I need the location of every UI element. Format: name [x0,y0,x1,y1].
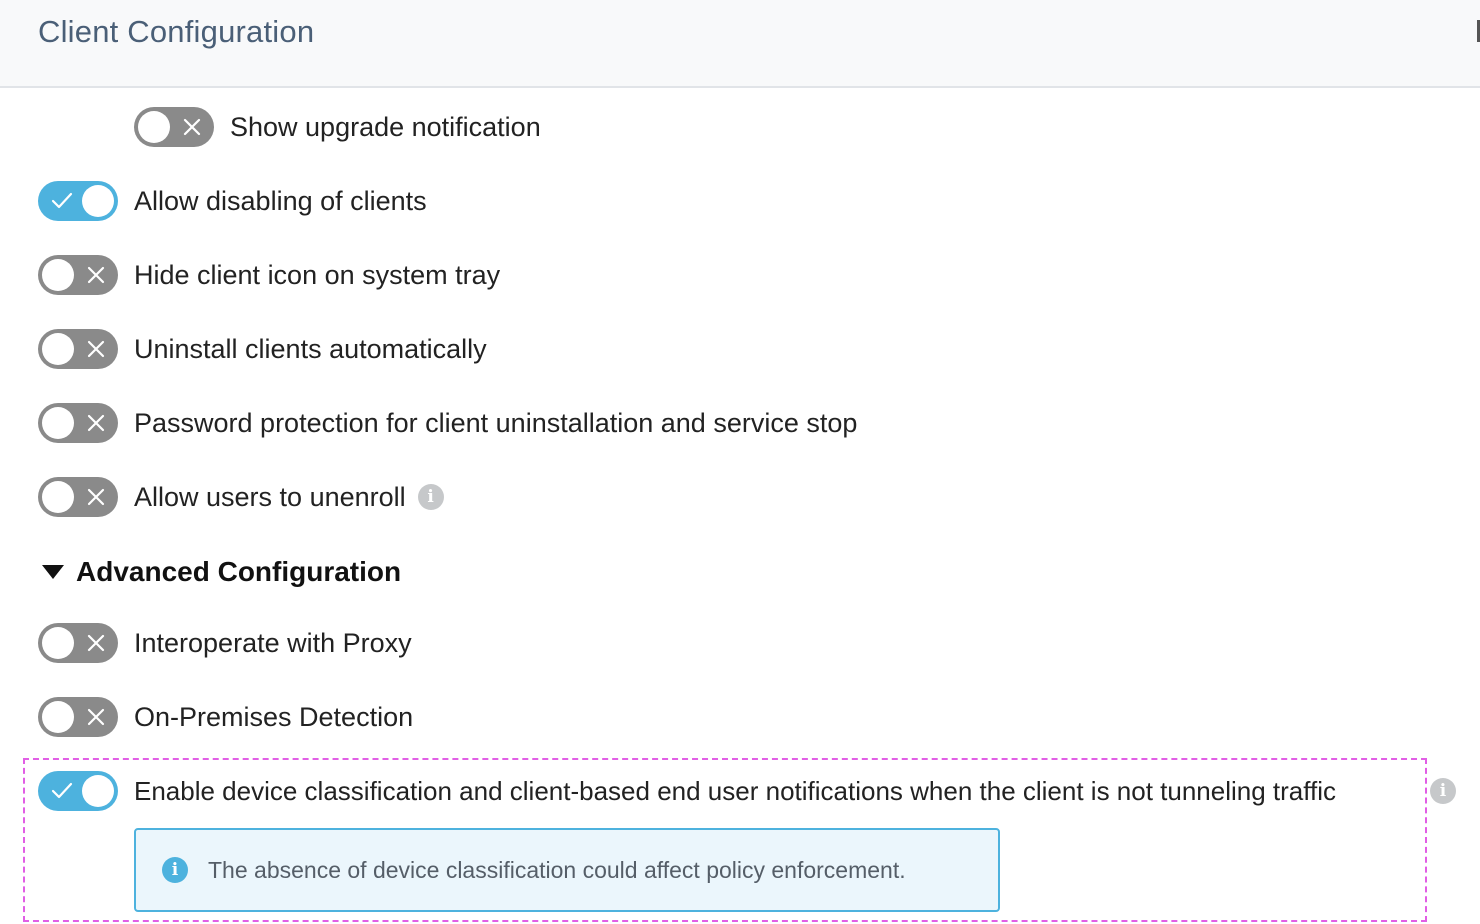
toggle-knob [42,481,74,513]
x-icon [78,255,114,295]
advanced-configuration-toggle[interactable]: Advanced Configuration [42,552,401,592]
notice-text: The absence of device classification cou… [208,856,906,883]
x-icon [78,403,114,443]
setting-show-upgrade-notification: Show upgrade notification [134,105,541,149]
toggle-switch[interactable] [38,329,118,369]
setting-label: Uninstall clients automatically [134,333,487,364]
check-icon [44,181,80,221]
x-icon [78,329,114,369]
setting-label: Allow disabling of clients [134,185,427,216]
setting-hide-client-icon: Hide client icon on system tray [38,253,500,297]
setting-label: Enable device classification and client-… [134,775,1337,806]
section-title: Advanced Configuration [76,556,402,587]
info-icon[interactable]: i [417,484,444,510]
caret-down-icon [42,565,64,579]
setting-enable-device-classification: Enable device classification and client-… [38,769,1336,813]
setting-label: Interoperate with Proxy [134,627,412,658]
toggle-switch[interactable] [38,771,118,811]
x-icon [174,107,210,147]
panel-header: Client Configuration [0,0,1480,88]
setting-allow-disabling-of-clients: Allow disabling of clients [38,179,427,223]
toggle-knob [42,701,74,733]
toggle-switch[interactable] [38,697,118,737]
setting-label: Allow users to unenroll [134,481,406,512]
setting-uninstall-clients-automatically: Uninstall clients automatically [38,327,487,371]
setting-label: Password protection for client uninstall… [134,407,858,438]
info-icon: i [162,857,188,883]
toggle-knob [42,407,74,439]
info-notice: i The absence of device classification c… [134,828,1000,912]
setting-interoperate-with-proxy: Interoperate with Proxy [38,621,412,665]
toggle-knob [42,259,74,291]
check-icon [44,771,80,811]
info-icon[interactable]: i [1430,778,1456,804]
toggle-knob [42,333,74,365]
toggle-knob [82,775,114,807]
panel-title: Client Configuration [38,14,315,49]
toggle-switch[interactable] [38,403,118,443]
toggle-switch[interactable] [38,255,118,295]
toggle-switch[interactable] [38,623,118,663]
x-icon [78,623,114,663]
setting-label: On-Premises Detection [134,701,414,732]
toggle-knob [42,627,74,659]
setting-label: Hide client icon on system tray [134,259,501,290]
toggle-switch[interactable] [38,477,118,517]
toggle-switch[interactable] [134,107,214,147]
toggle-knob [138,111,170,143]
setting-password-protection: Password protection for client uninstall… [38,401,857,445]
setting-on-premises-detection: On-Premises Detection [38,695,413,739]
setting-label: Show upgrade notification [230,111,541,142]
setting-allow-users-to-unenroll: Allow users to unenroll i [38,475,444,519]
toggle-switch[interactable] [38,181,118,221]
toggle-knob [82,185,114,217]
x-icon [78,697,114,737]
x-icon [78,477,114,517]
